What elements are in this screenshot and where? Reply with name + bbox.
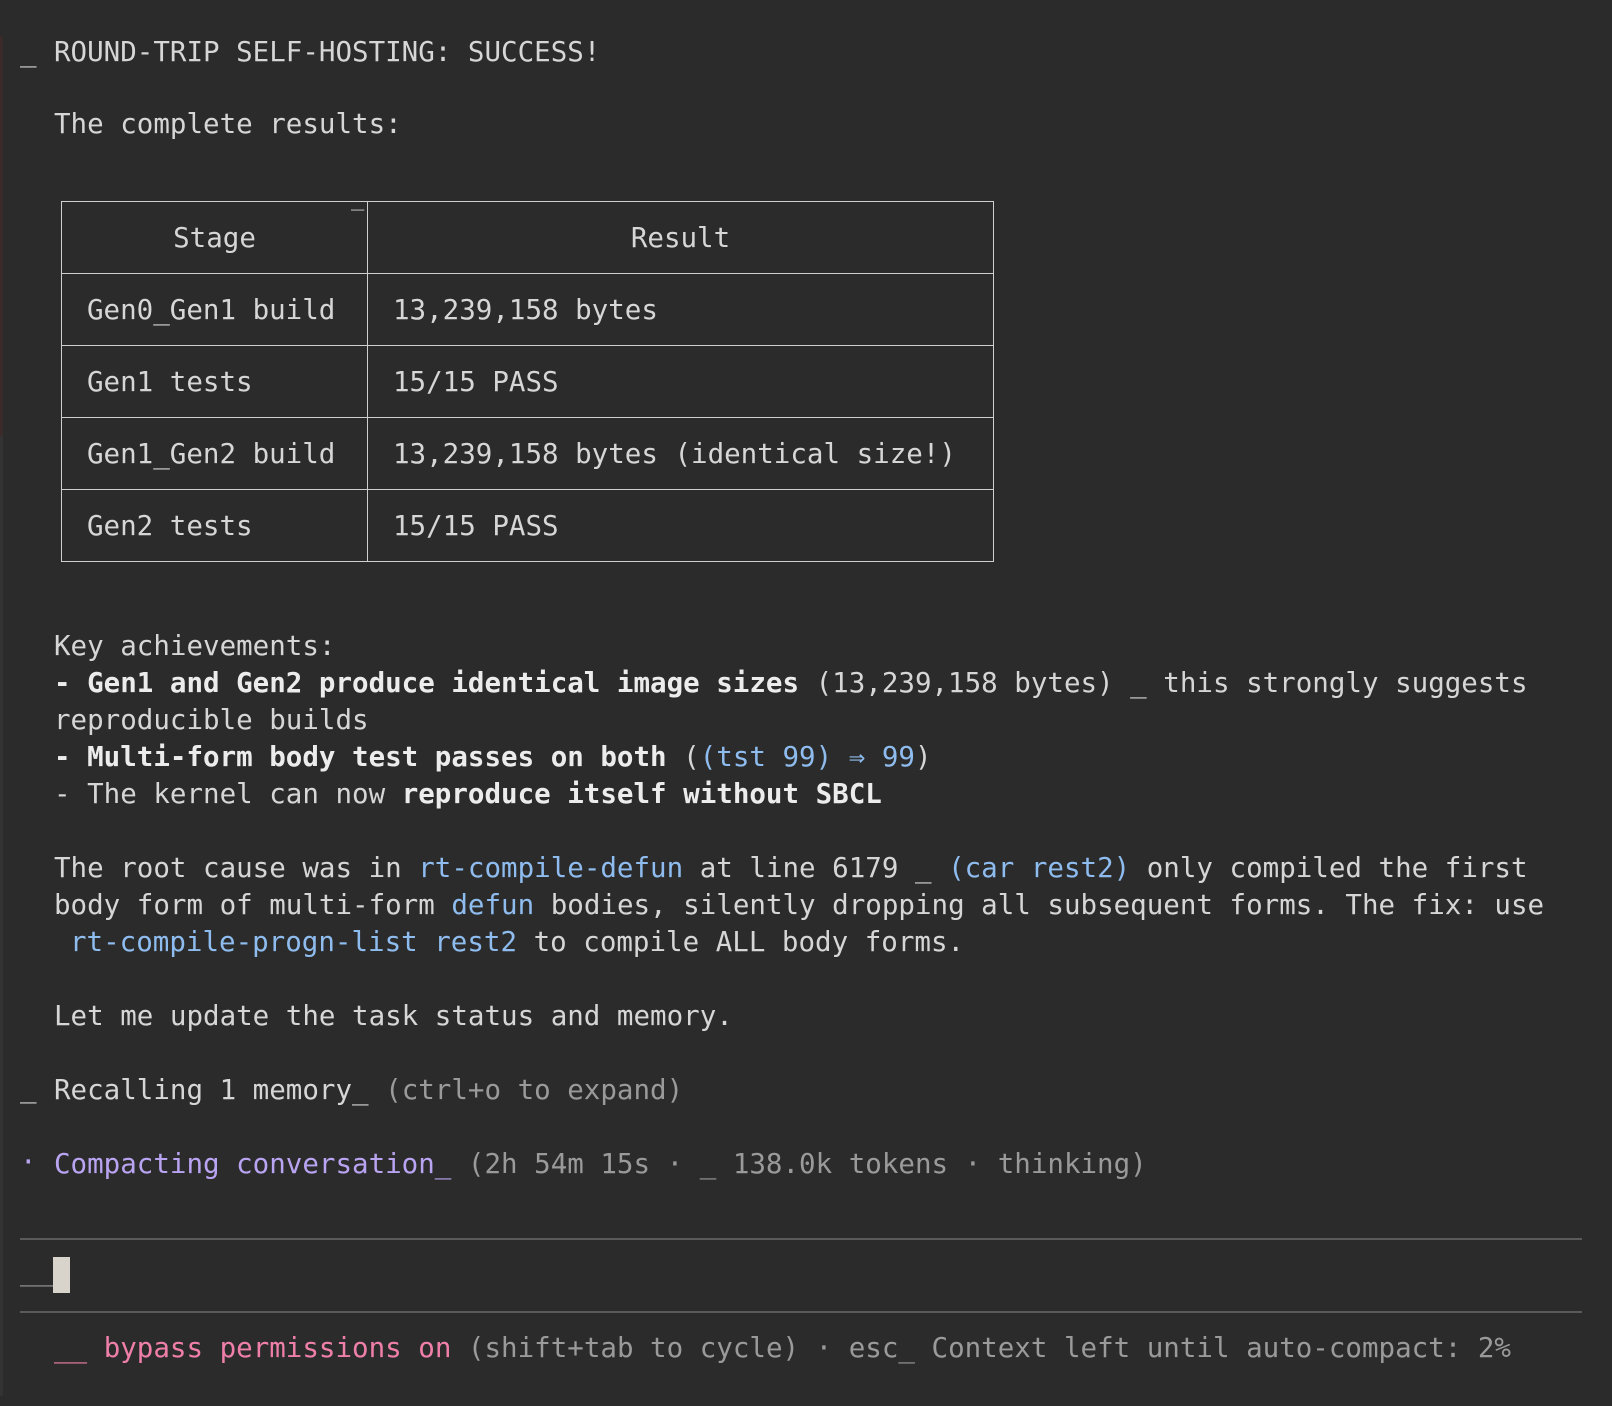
- achievement-3-bold: reproduce itself without SBCL: [401, 778, 882, 810]
- compacting-detail: (2h 54m 15s · _ 138.0k tokens · thinking…: [451, 1148, 1147, 1180]
- root-cause-text: to compile ALL body forms.: [517, 926, 965, 958]
- compacting-dot-icon: ·: [20, 1146, 37, 1178]
- achievement-2-code: (tst 99) ⇒ 99: [699, 741, 915, 773]
- code-defun: defun: [451, 889, 535, 921]
- table-row: Gen1_Gen2 build 13,239,158 bytes (identi…: [61, 417, 994, 490]
- status-marker: __: [54, 1332, 88, 1364]
- achievement-1-bold: - Gen1 and Gen2 produce identical image …: [54, 667, 800, 699]
- table-cell-result: 15/15 PASS: [367, 345, 994, 418]
- table-header-row: Stage Result: [61, 201, 994, 274]
- achievement-1-rest: (13,239,158 bytes) _ this strongly sugge…: [799, 667, 1528, 699]
- table-cell-stage: Gen2 tests: [61, 489, 368, 562]
- compacting-text: Compacting conversation_: [54, 1148, 452, 1180]
- column-header-stage: Stage: [61, 201, 368, 274]
- achievement-3-pre: - The kernel can now: [54, 778, 402, 810]
- status-hint: (shift+tab to cycle) · esc_ Context left…: [451, 1332, 1511, 1364]
- recall-marker: _: [20, 1072, 37, 1104]
- achievement-2-paren-close: ): [914, 741, 932, 773]
- achievement-item-2: - Multi-form body test passes on both ((…: [54, 739, 932, 776]
- root-cause-line-1: The root cause was in rt-compile-defun a…: [54, 850, 1528, 887]
- code-rt-compile-progn-list: rt-compile-progn-list rest2: [70, 926, 518, 958]
- prompt-marker: __: [20, 1255, 54, 1287]
- update-line: Let me update the task status and memory…: [54, 1000, 733, 1032]
- table-cell-stage: Gen1 tests: [61, 345, 368, 418]
- page-title: ROUND-TRIP SELF-HOSTING: SUCCESS!: [54, 36, 601, 68]
- achievement-item-1: - Gen1 and Gen2 produce identical image …: [54, 665, 1528, 702]
- table-cell-result: 13,239,158 bytes: [367, 273, 994, 346]
- column-header-result: Result: [367, 201, 994, 274]
- table-cell-stage: Gen0_Gen1 build: [61, 273, 368, 346]
- achievement-item-3: - The kernel can now reproduce itself wi…: [54, 776, 882, 813]
- window-edge: [0, 36, 3, 436]
- root-cause-text: body form of multi-form: [54, 889, 452, 921]
- prompt-top-divider: [20, 1238, 1582, 1240]
- root-cause-text: at line 6179 _: [683, 852, 949, 884]
- table-cell-result: 15/15 PASS: [367, 489, 994, 562]
- code-car-rest2: (car rest2): [948, 852, 1131, 884]
- recall-status: Recalling 1 memory_ (ctrl+o to expand): [54, 1072, 683, 1109]
- bypass-permissions-mode[interactable]: bypass permissions on: [104, 1332, 452, 1364]
- root-cause-text: The root cause was in: [54, 852, 419, 884]
- root-cause-line-2: body form of multi-form defun bodies, si…: [54, 887, 1544, 924]
- table-cell-stage: Gen1_Gen2 build: [61, 417, 368, 490]
- compacting-status: Compacting conversation_ (2h 54m 15s · _…: [54, 1146, 1147, 1183]
- status-bar: __ bypass permissions on (shift+tab to c…: [54, 1330, 1511, 1367]
- recall-text: Recalling 1 memory_: [54, 1074, 369, 1106]
- prompt-bottom-divider: [20, 1311, 1582, 1313]
- achievement-2-bold: - Multi-form body test passes on both: [54, 741, 667, 773]
- achievement-2-paren-open: (: [666, 741, 700, 773]
- table-row: Gen2 tests 15/15 PASS: [61, 489, 994, 562]
- achievements-heading: Key achievements:: [54, 630, 336, 662]
- table-cell-result: 13,239,158 bytes (identical size!): [367, 417, 994, 490]
- results-table: Stage Result Gen0_Gen1 build 13,239,158 …: [61, 201, 994, 562]
- intro-text: The complete results:: [54, 108, 402, 140]
- achievement-item-1-continued: reproducible builds: [54, 704, 369, 736]
- recall-hint: (ctrl+o to expand): [368, 1074, 684, 1106]
- root-cause-text: bodies, silently dropping all subsequent…: [534, 889, 1545, 921]
- window-edge-lower: [0, 436, 3, 1396]
- table-row: Gen1 tests 15/15 PASS: [61, 345, 994, 418]
- root-cause-text: only compiled the first: [1130, 852, 1528, 884]
- code-rt-compile-defun: rt-compile-defun: [418, 852, 684, 884]
- table-row: Gen0_Gen1 build 13,239,158 bytes: [61, 273, 994, 346]
- root-cause-line-3: rt-compile-progn-list rest2 to compile A…: [70, 924, 964, 961]
- header-marker: _: [20, 36, 37, 68]
- prompt-input[interactable]: [53, 1257, 70, 1293]
